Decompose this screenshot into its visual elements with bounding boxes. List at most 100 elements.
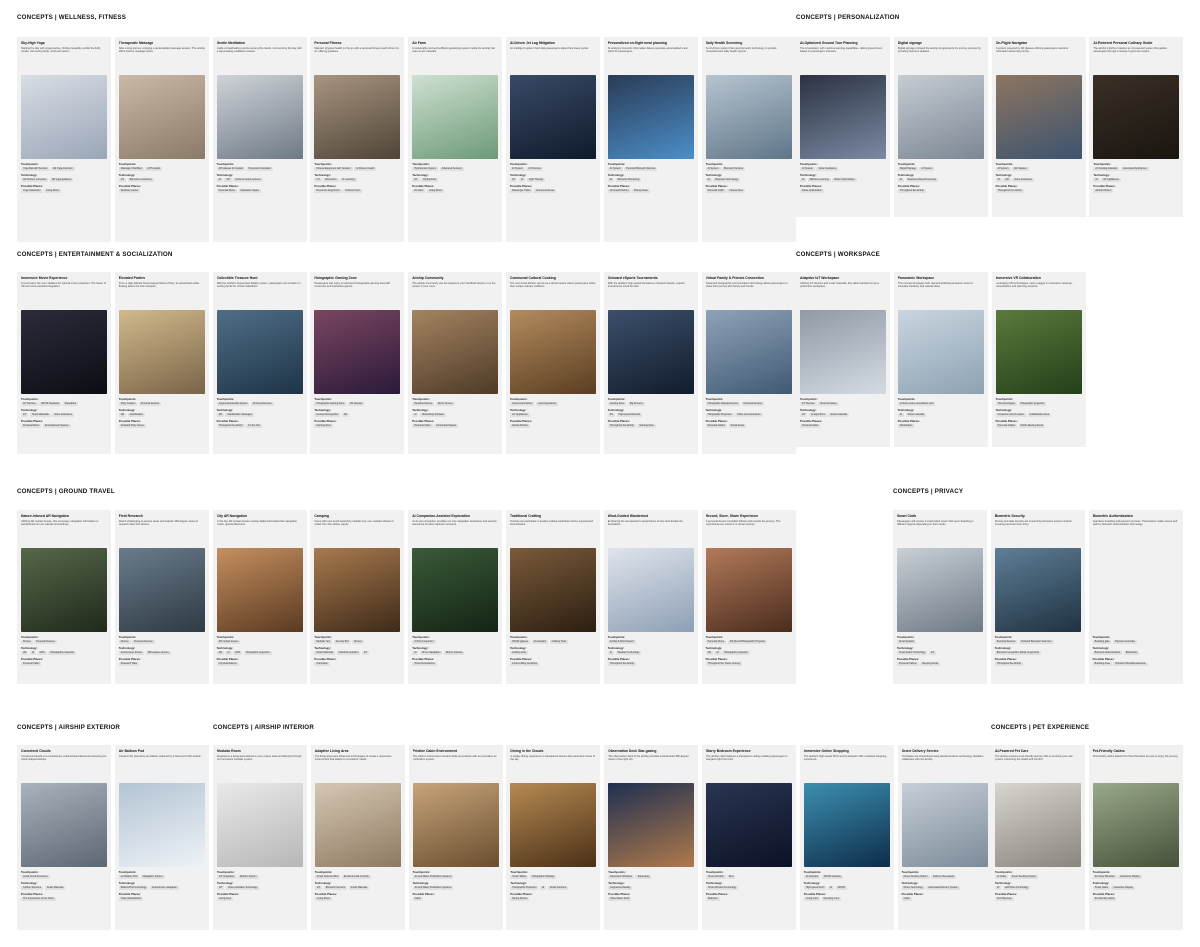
concept-card[interactable]: Biometric Security Privacy and data secur…: [990, 510, 1085, 684]
concept-card[interactable]: AI Companion-Assisted Exploration An AI p…: [408, 510, 503, 684]
concept-card[interactable]: Record, Store, Share Experience A persona…: [701, 510, 796, 684]
card-description: The observation deck of the airship prov…: [608, 755, 689, 762]
possible-places-tags: Observation Deck: [608, 897, 694, 901]
card-description: Pet-friendly cabins feature Pet View Win…: [1092, 755, 1179, 758]
concept-card[interactable]: Elevated Parties From a High Altitude Sno…: [114, 272, 209, 454]
concept-card[interactable]: Camping Camp with new touch assembly modu…: [310, 510, 405, 684]
concept-card[interactable]: Digital signage Digital signage onboard t…: [893, 37, 988, 217]
card-title: Immersive VR Collaboration: [995, 276, 1041, 280]
touchpoints-tag: AR/VR interface: [821, 875, 843, 879]
concept-card[interactable]: Immersive Online Shopping The airship's h…: [799, 745, 894, 930]
possible-places-heading: Possible Places:: [510, 892, 533, 896]
touchpoints-tags: AI Cooking Assistant Automated Appliances: [1093, 167, 1179, 171]
concept-card[interactable]: Wind-Guided Wanderlust Embracing the unex…: [603, 510, 698, 684]
concept-card[interactable]: Daily Health Screening An AI-driven syste…: [701, 37, 796, 242]
technology-tag: AI: [412, 651, 419, 655]
concept-card[interactable]: Modular Room Experience a living area tai…: [213, 745, 307, 930]
concept-card[interactable]: Immersive VR Collaboration Leveraging VR …: [991, 272, 1086, 447]
concept-card[interactable]: Pristine Cabin Environment The cabin's en…: [408, 745, 503, 930]
touchpoints-tag: Drones: [118, 640, 131, 644]
concept-card[interactable]: Nature-Infused AR Navigation Utilizing AR…: [17, 510, 111, 684]
technology-tags: AR Posture correction AR yoga guidance: [21, 178, 107, 182]
touchpoints-tag: Personal Devices: [132, 640, 155, 644]
concept-card[interactable]: Sky-High Yoga Starting the day with yoga …: [17, 37, 111, 242]
concept-card[interactable]: Gentle Meditation Inside a breathtaking s…: [212, 37, 307, 242]
concept-card[interactable]: Air Balloon Pod Travel to the ground by a…: [114, 745, 209, 930]
possible-places-heading: Possible Places:: [21, 419, 44, 423]
concept-card[interactable]: Immersive Movie Experience At command, th…: [17, 272, 111, 454]
touchpoints-tag: VR/AR glasses: [510, 640, 531, 644]
concept-card[interactable]: AI-Optimized Ground Tour Planning The AI …: [796, 37, 890, 217]
concept-card[interactable]: City AR Navigation In the city, AR contac…: [212, 510, 307, 684]
concept-card[interactable]: Personalized on-flight meal planning AI a…: [603, 37, 698, 242]
concept-card[interactable]: Therapeutic Massage After a long journey,…: [114, 37, 209, 242]
card-title: Airship Community: [412, 276, 444, 280]
concept-card[interactable]: Dining in the Clouds A unique dining expe…: [506, 745, 601, 930]
possible-places-tag: Yoga Classroom: [21, 189, 43, 193]
technology-tag: 360-degree camera: [145, 651, 171, 655]
concept-card[interactable]: AI-Driven Jet Lag Mitigation An intellige…: [506, 37, 600, 242]
card-title: Modular Room: [217, 749, 241, 753]
concept-card[interactable]: AI-Powered Personal Culinary Guide The ai…: [1089, 37, 1184, 217]
concept-card[interactable]: Smart Cloth Passengers will receive a cus…: [893, 510, 987, 684]
concept-card[interactable]: Holographic Gaming Zone Passengers can en…: [310, 272, 405, 454]
concept-image: [510, 310, 596, 394]
concept-card[interactable]: Field Research Reach challenging-to-acces…: [114, 510, 209, 684]
concept-image: [705, 548, 792, 632]
concept-card[interactable]: Adaptive IoT Workspace Utilizing IoT devi…: [796, 272, 890, 447]
technology-tag: AI: [607, 651, 615, 655]
concept-card[interactable]: Onboard eSports Tournaments With the airs…: [603, 272, 698, 454]
possible-places-heading: Possible Places:: [217, 892, 240, 896]
technology-tag: Biometric Monitoring: [615, 178, 642, 182]
possible-places-heading: Possible Places:: [510, 419, 533, 423]
concept-image: [706, 783, 792, 867]
touchpoints-heading: Touchpoints:: [118, 162, 137, 166]
technology-tag: Built-in Camera: [443, 651, 465, 655]
technology-tag: AR: [1003, 178, 1011, 182]
possible-places-tags: Boarding Area Onboard Shops/Restaurants: [1092, 662, 1179, 666]
possible-places-tag: Campsites: [314, 662, 330, 666]
possible-places-tag: Travel Destinations: [412, 662, 437, 666]
concept-card[interactable]: Biometric Authentication Seamless boardin…: [1088, 510, 1183, 684]
concept-card[interactable]: Airship Community The airship community c…: [408, 272, 503, 454]
concept-card[interactable]: Starry Bedroom Experience The airship cab…: [702, 745, 796, 930]
concept-card[interactable]: Virtual Family & Friends Connection Advan…: [701, 272, 796, 454]
technology-tag: Smart materials: [905, 413, 927, 417]
concept-card[interactable]: Conceived Clouds Conceived Clouds is a re…: [17, 745, 111, 930]
possible-places-heading: Possible Places:: [412, 419, 435, 423]
card-title: Immersive Movie Experience: [21, 276, 68, 280]
possible-places-tag: Personal Cabins: [995, 424, 1018, 428]
concept-card[interactable]: Personal Fitness Maintain physical health…: [310, 37, 405, 242]
technology-tag: IoT: [412, 178, 420, 182]
possible-places-tag: Cabin: [901, 897, 912, 901]
technology-tag: AI: [539, 886, 547, 890]
concept-card[interactable]: Adaptive Living Area The living area uses…: [310, 745, 405, 930]
technology-heading: Technology:: [897, 173, 915, 177]
concept-card[interactable]: AI-Powered Pet Care The airship ensures a…: [991, 745, 1085, 930]
touchpoints-tag: IoT Devices: [21, 402, 38, 406]
possible-places-tag: City Destinations: [216, 662, 239, 666]
technology-heading: Technology:: [216, 173, 234, 177]
concept-card[interactable]: Air Farm A sustainable and self-sufficien…: [408, 37, 503, 242]
technology-tag: AR: [21, 651, 29, 655]
technology-tag: Holographic Projection: [705, 413, 734, 417]
technology-tag: Smart Materials: [314, 651, 336, 655]
touchpoints-tag: Personal Devices: [34, 640, 57, 644]
touchpoints-tags: Digital Signage AI System: [897, 167, 984, 171]
concept-image: [412, 548, 499, 632]
card-title: Adaptive Living Area: [314, 749, 349, 753]
touchpoints-tag: Smart Furniture: [818, 402, 839, 406]
possible-places-heading: Possible Places:: [901, 892, 924, 896]
concept-card[interactable]: Panoramic Workspace This concept leverage…: [893, 272, 988, 447]
concept-card[interactable]: On-Flight Navigator A system powered by A…: [991, 37, 1086, 217]
possible-places-tags: Yoga Classroom Living Room: [21, 189, 107, 193]
touchpoints-tag: Personal AI Assistant: [246, 167, 274, 171]
concept-card[interactable]: Observation Deck Star-gazing The observat…: [604, 745, 699, 930]
concept-card[interactable]: Pet-Friendly Cabins Pet-friendly cabins f…: [1088, 745, 1183, 930]
touchpoints-tag: Digital Signage: [897, 167, 918, 171]
concept-card[interactable]: Collectible Treasure Hunt With the airshi…: [212, 272, 307, 454]
concept-card[interactable]: Drone Delivery Service Purchases are stre…: [897, 745, 992, 930]
concept-card[interactable]: Traditional Crafting Tourists can partici…: [506, 510, 600, 684]
possible-places-tag: Throughout the Airship: [216, 424, 245, 428]
concept-card[interactable]: Communal Cultural Cooking The communal ki…: [506, 272, 600, 454]
